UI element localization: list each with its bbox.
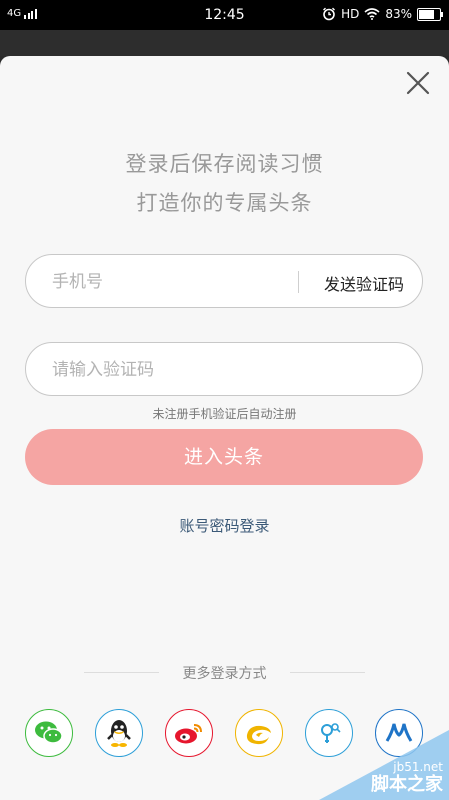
phone-input[interactable] bbox=[50, 255, 304, 309]
battery-percent: 83% bbox=[385, 7, 412, 21]
wechat-login-button[interactable] bbox=[25, 709, 73, 757]
dimmed-background bbox=[0, 30, 449, 56]
alarm-icon bbox=[323, 7, 336, 21]
status-bar: 4G 12:45 HD 83% bbox=[0, 0, 449, 30]
divider-line bbox=[290, 672, 365, 673]
phone-field: 发送验证码 bbox=[25, 254, 423, 309]
field-divider bbox=[298, 271, 299, 293]
more-login-divider: 更多登录方式 bbox=[0, 662, 449, 682]
headline-line-2: 打造你的专属头条 bbox=[136, 191, 313, 215]
close-icon bbox=[406, 71, 430, 95]
password-login-link[interactable]: 账号密码登录 bbox=[0, 515, 449, 536]
enter-button[interactable]: 进入头条 bbox=[25, 429, 423, 485]
close-button[interactable] bbox=[405, 70, 431, 96]
weibo-login-button[interactable] bbox=[165, 709, 213, 757]
weibo-icon bbox=[175, 724, 202, 744]
hd-label: HD bbox=[341, 7, 360, 21]
wechat-icon bbox=[35, 721, 63, 744]
wifi-icon bbox=[364, 8, 380, 20]
auto-register-hint: 未注册手机验证后自动注册 bbox=[152, 407, 297, 421]
qq-login-button[interactable] bbox=[95, 709, 143, 757]
verification-code-input[interactable] bbox=[50, 343, 304, 397]
status-icons: HD 83% bbox=[322, 7, 443, 21]
battery-icon bbox=[417, 7, 443, 21]
watermark-name: 脚本之家 bbox=[371, 774, 443, 795]
tianyi-icon bbox=[246, 725, 271, 745]
login-sheet: 登录后保存阅读习惯 打造你的专属头条 发送验证码 未注册手机验证后自动注册 进入… bbox=[0, 56, 449, 800]
headline-line-1: 登录后保存阅读习惯 bbox=[125, 152, 324, 176]
code-field bbox=[25, 342, 423, 397]
watermark: jb51.net 脚本之家 bbox=[319, 730, 449, 800]
more-login-label: 更多登录方式 bbox=[182, 666, 267, 682]
qq-icon bbox=[107, 720, 131, 747]
send-code-button[interactable]: 发送验证码 bbox=[324, 271, 404, 295]
tianyi-login-button[interactable] bbox=[235, 709, 283, 757]
